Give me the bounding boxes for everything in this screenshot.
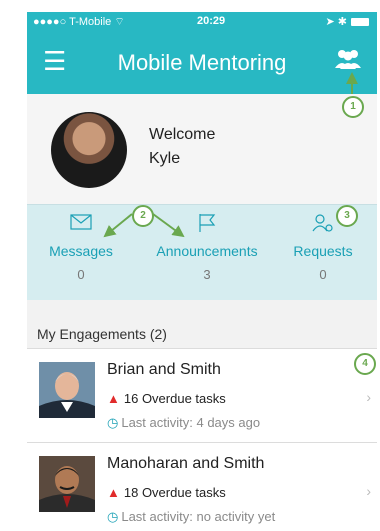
app-screen: ●●●●○ T-Mobile ⌔ 20:29 ➤ ✱ ☰ Mobile Ment…	[27, 12, 377, 531]
annotation-arrows	[103, 72, 358, 238]
callout-marker: 1	[342, 96, 364, 118]
callout-marker: 3	[336, 205, 358, 227]
callout-marker: 4	[354, 353, 376, 375]
callout-marker: 2	[132, 205, 154, 227]
